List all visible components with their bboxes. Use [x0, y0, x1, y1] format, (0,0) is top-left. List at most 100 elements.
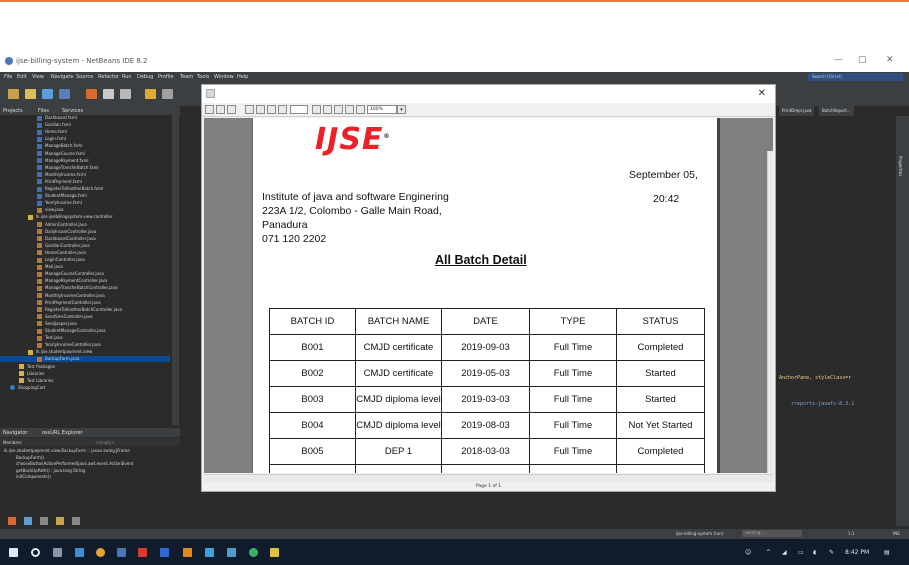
- tab-projects[interactable]: Projects: [3, 108, 23, 114]
- tree-item[interactable]: Login.fxml: [0, 136, 170, 142]
- search-input[interactable]: Search (Ctrl+I): [808, 73, 903, 81]
- tab-services[interactable]: Services: [62, 108, 83, 114]
- first-page-icon[interactable]: [245, 105, 254, 114]
- last-page-icon[interactable]: [278, 105, 287, 114]
- menu-window[interactable]: Window: [214, 74, 234, 80]
- undo-icon[interactable]: [145, 89, 156, 99]
- navigator-filter-select[interactable]: <empty>: [95, 440, 115, 445]
- zoom-out-icon[interactable]: [356, 105, 365, 114]
- output-icon[interactable]: [24, 517, 32, 525]
- terminal-icon[interactable]: [40, 517, 48, 525]
- editor-tab-batchreport[interactable]: BatchReport...: [819, 106, 854, 116]
- volume-icon[interactable]: ◖: [813, 549, 816, 556]
- tree-item[interactable]: PrintPayment.fxml: [0, 179, 170, 185]
- debug-icon[interactable]: [8, 517, 16, 525]
- cut-icon[interactable]: [86, 89, 97, 99]
- report-close-button[interactable]: ✕: [758, 88, 766, 99]
- tab-files[interactable]: Files: [38, 108, 49, 114]
- tree-item[interactable]: ManageTransferBatch.fxml: [0, 165, 170, 171]
- previous-page-icon[interactable]: [256, 105, 265, 114]
- tree-item[interactable]: ShoppingCart: [0, 385, 170, 391]
- search-icon[interactable]: [31, 548, 40, 557]
- navigator-item[interactable]: lk.ijse.studentpayment.view.BackupForm :…: [4, 448, 130, 454]
- media-player-icon[interactable]: [205, 548, 214, 557]
- tab-navigator[interactable]: Navigator: [3, 430, 27, 436]
- tree-item[interactable]: Libraries: [0, 371, 170, 377]
- tree-item[interactable]: RegisterToAnotherBatch.fxml: [0, 186, 170, 192]
- navigator-item[interactable]: initComponents(): [16, 474, 51, 480]
- file-explorer-icon[interactable]: [75, 548, 84, 557]
- new-file-icon[interactable]: [25, 89, 36, 99]
- menu-view[interactable]: View: [32, 74, 44, 80]
- tree-item[interactable]: MonthlyIncome.fxml: [0, 172, 170, 178]
- tree-item[interactable]: DailyIncomController.java: [0, 229, 170, 235]
- tree-item[interactable]: Home.fxml: [0, 129, 170, 135]
- save-all-icon[interactable]: [59, 89, 70, 99]
- redo-icon[interactable]: [162, 89, 173, 99]
- people-icon[interactable]: ☺: [745, 549, 751, 556]
- tree-item[interactable]: StudentManage.fxml: [0, 193, 170, 199]
- paste-icon[interactable]: [120, 89, 131, 99]
- tree-item[interactable]: ManageCourseController.java: [0, 271, 170, 277]
- tree-item[interactable]: view.java: [0, 207, 170, 213]
- navigator-item[interactable]: getBackUpPath() : java.lang.String: [16, 468, 85, 474]
- tree-item[interactable]: GardianController.java: [0, 243, 170, 249]
- chevron-down-icon[interactable]: ▾: [397, 105, 406, 114]
- report-print-icon[interactable]: [216, 105, 225, 114]
- report-reload-icon[interactable]: [227, 105, 236, 114]
- zoom-select[interactable]: 100% ▾: [367, 105, 406, 114]
- tree-item[interactable]: lk.ijse.studentpayment.view: [0, 349, 170, 355]
- maximize-button[interactable]: ▢: [858, 55, 867, 65]
- tab-oss-url-explorer[interactable]: ossURL Explorer: [42, 430, 83, 436]
- tree-item[interactable]: Gardian.fxml: [0, 122, 170, 128]
- app-icon-orange[interactable]: [183, 548, 192, 557]
- editor-tab-printdmpl[interactable]: PrintDmpl.java: [779, 106, 815, 116]
- mail-icon[interactable]: [227, 548, 236, 557]
- fit-width-icon[interactable]: [334, 105, 343, 114]
- menu-help[interactable]: Help: [237, 74, 248, 80]
- report-save-icon[interactable]: [205, 105, 214, 114]
- menu-navigate[interactable]: Navigate: [51, 74, 73, 80]
- tree-item[interactable]: Sendjasper.java: [0, 321, 170, 327]
- navigator-item[interactable]: BackupForm(): [16, 455, 44, 461]
- network-icon[interactable]: ◢: [782, 549, 787, 556]
- tree-item[interactable]: Test Packages: [0, 364, 170, 370]
- tree-item[interactable]: Test Libraries: [0, 378, 170, 384]
- tree-item[interactable]: MonthlyIncomeController.java: [0, 293, 170, 299]
- properties-side-panel[interactable]: Properties: [896, 116, 909, 526]
- tree-item[interactable]: SendSmsController.java: [0, 314, 170, 320]
- next-page-icon[interactable]: [267, 105, 276, 114]
- tree-item[interactable]: YearlyIncomeController.java: [0, 342, 170, 348]
- tree-item[interactable]: LoginController.java: [0, 257, 170, 263]
- open-project-icon[interactable]: [42, 89, 53, 99]
- projects-scrollbar[interactable]: [172, 115, 179, 425]
- copy-icon[interactable]: [103, 89, 114, 99]
- report-horizontal-scrollbar[interactable]: [204, 474, 773, 482]
- minimize-button[interactable]: —: [834, 55, 843, 65]
- tree-item[interactable]: PrintPaymentController.java: [0, 300, 170, 306]
- whatsapp-icon[interactable]: [249, 548, 258, 557]
- tree-item[interactable]: YearlyIncome.fxml: [0, 200, 170, 206]
- netbeans-taskbar-icon[interactable]: [117, 548, 126, 557]
- menu-source[interactable]: Source: [76, 74, 93, 80]
- battery-icon[interactable]: ▭: [798, 549, 804, 556]
- menu-file[interactable]: File: [4, 74, 12, 80]
- menu-run[interactable]: Run: [122, 74, 132, 80]
- menu-team[interactable]: Team: [180, 74, 193, 80]
- tree-item[interactable]: ManageCourse.fxml: [0, 151, 170, 157]
- new-project-icon[interactable]: [8, 89, 19, 99]
- tree-item[interactable]: lk.ijse.ijsebillingsystem.view.controlle…: [0, 214, 170, 220]
- clock[interactable]: 8:42 PM: [845, 549, 869, 556]
- java-app-icon[interactable]: [270, 548, 279, 557]
- tree-item[interactable]: StudentManageController.java: [0, 328, 170, 334]
- tasks-icon[interactable]: [56, 517, 64, 525]
- page-number-input[interactable]: [290, 105, 308, 114]
- menu-refactor[interactable]: Refactor: [98, 74, 119, 80]
- tree-item[interactable]: RegisterToAnotherBatchController.java: [0, 307, 170, 313]
- menu-edit[interactable]: Edit: [17, 74, 27, 80]
- notification-center-icon[interactable]: ▤: [884, 549, 890, 556]
- tree-item[interactable]: ManagePaymentController.java: [0, 278, 170, 284]
- tree-item[interactable]: HomeController.java: [0, 250, 170, 256]
- navigator-item[interactable]: chooseButtonActionPerformed(java.awt.eve…: [16, 461, 133, 467]
- report-vertical-scrollbar[interactable]: [767, 151, 773, 473]
